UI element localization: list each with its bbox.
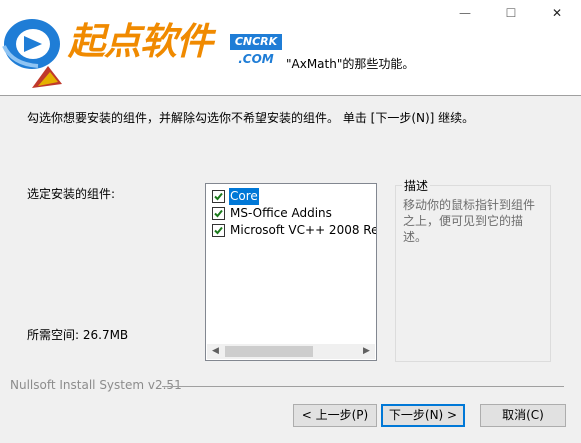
checkbox[interactable]	[212, 207, 225, 220]
scroll-thumb[interactable]	[225, 346, 313, 357]
description-title: 描述	[402, 177, 431, 194]
watermark-brand-text: 起点软件	[68, 20, 213, 63]
instruction-text: 勾选你想要安装的组件，并解除勾选你不希望安装的组件。 单击 [下一步(N)] 继…	[27, 111, 475, 125]
checkmark-icon	[214, 192, 223, 201]
footer-divider	[162, 386, 564, 387]
close-button[interactable]: ✕	[542, 4, 572, 22]
checkmark-icon	[214, 226, 223, 235]
checkbox[interactable]	[212, 224, 225, 237]
select-components-label: 选定安装的组件:	[27, 187, 116, 201]
horizontal-scrollbar[interactable]: ◀ ▶	[207, 344, 375, 359]
components-tree[interactable]: Core MS-Office Addins Microsoft VC++ 200…	[205, 183, 377, 361]
watermark-swirl-icon	[2, 19, 60, 69]
checkbox[interactable]	[212, 190, 225, 203]
checkmark-icon	[214, 209, 223, 218]
component-label: MS-Office Addins	[230, 206, 332, 220]
maximize-button[interactable]: ☐	[496, 4, 526, 22]
component-label: Microsoft VC++ 2008 Redist	[230, 223, 376, 237]
nsis-branding: Nullsoft Install System v2.51	[10, 378, 182, 392]
header-banner: 起点软件 CNCRK .COM "AxMath"的那些功能。 — ☐ ✕	[0, 0, 581, 95]
watermark-logo: 起点软件 CNCRK .COM	[2, 4, 302, 78]
header-description: "AxMath"的那些功能。	[286, 57, 415, 71]
scroll-right-icon[interactable]: ▶	[358, 344, 375, 359]
header-divider	[0, 95, 581, 96]
minimize-button[interactable]: —	[450, 4, 480, 22]
description-text: 移动你的鼠标指针到组件之上，便可见到它的描述。	[403, 198, 536, 244]
back-button[interactable]: < 上一步(P)	[293, 404, 377, 427]
space-required: 所需空间: 26.7MB	[27, 328, 129, 342]
watermark-badge: CNCRK .COM	[230, 34, 282, 68]
watermark-badge-top: CNCRK	[230, 34, 282, 50]
component-label: Core	[229, 188, 259, 205]
scroll-left-icon[interactable]: ◀	[207, 344, 224, 359]
next-button[interactable]: 下一步(N) >	[381, 404, 465, 427]
watermark-badge-bottom: .COM	[238, 52, 274, 66]
cancel-button[interactable]: 取消(C)	[480, 404, 566, 427]
